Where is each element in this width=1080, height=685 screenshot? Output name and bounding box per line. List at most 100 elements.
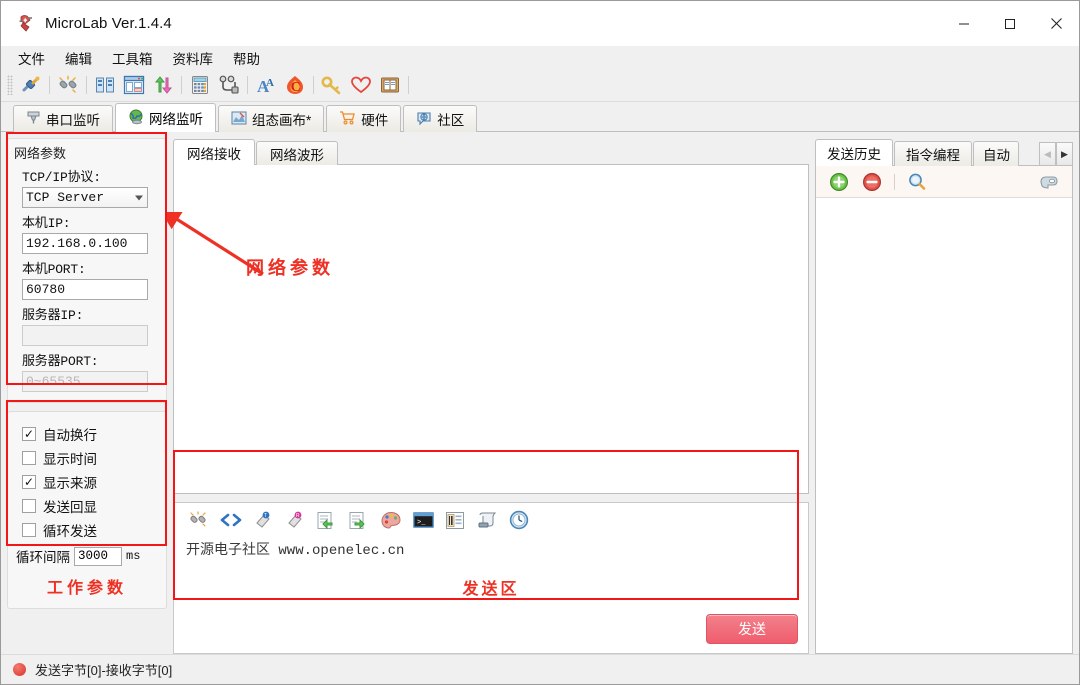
- code-brackets-icon[interactable]: [218, 507, 244, 533]
- loop-interval-input[interactable]: 3000: [74, 546, 122, 566]
- server-ip-label: 服务器IP:: [22, 308, 84, 323]
- heart-icon[interactable]: [347, 72, 375, 98]
- loop-send-checkbox[interactable]: [22, 523, 36, 537]
- work-params-annotation: 工作参数: [46, 580, 127, 597]
- break-link-icon[interactable]: [186, 507, 212, 533]
- menu-bar: 文件 编辑 工具箱 资料库 帮助: [1, 46, 1079, 69]
- window-layout-icon[interactable]: [120, 72, 148, 98]
- send-content[interactable]: 开源电子社区 www.openelec.cn: [174, 537, 808, 559]
- tab-community-label: 社区: [437, 113, 465, 128]
- show-source-checkbox[interactable]: ✓: [22, 475, 36, 489]
- book-icon[interactable]: [376, 72, 404, 98]
- calculator-icon[interactable]: [186, 72, 214, 98]
- menu-help[interactable]: 帮助: [230, 47, 263, 69]
- tab-send-history[interactable]: 发送历史: [815, 139, 893, 166]
- svg-text:T: T: [264, 513, 267, 519]
- server-port-input[interactable]: 0~65535: [22, 371, 148, 392]
- menu-library[interactable]: 资料库: [170, 47, 217, 69]
- network-params-group: 网络参数 TCP/IP协议: TCP Server 本机IP: 192.168.…: [7, 138, 167, 403]
- local-ip-input[interactable]: 192.168.0.100: [22, 233, 148, 254]
- network-nodes-icon[interactable]: [215, 72, 243, 98]
- send-panel: T R >_ 开源电子社区 www.openelec.cn 发送区 发送: [173, 502, 809, 654]
- add-icon[interactable]: [826, 169, 852, 195]
- send-history-panel: [815, 166, 1073, 654]
- tab-network-monitor[interactable]: 网络监听: [115, 103, 216, 132]
- tab-network-monitor-label: 网络监听: [149, 112, 203, 127]
- disconnect-icon[interactable]: [54, 72, 82, 98]
- title-bar: MicroLab Ver.1.4.4: [1, 1, 1079, 46]
- import-file-icon[interactable]: [314, 507, 340, 533]
- local-ip-label: 本机IP:: [22, 216, 71, 231]
- tab-community[interactable]: 社区: [403, 105, 478, 132]
- serial-port-icon: [26, 110, 41, 128]
- tab-hardware[interactable]: 硬件: [326, 105, 402, 132]
- right-tab-bar: 发送历史 指令编程 自动 ◀ ▶: [815, 138, 1073, 166]
- checkbox-send-echo[interactable]: 发送回显: [22, 496, 160, 516]
- export-file-icon[interactable]: [346, 507, 372, 533]
- hex-view-icon[interactable]: [442, 507, 468, 533]
- svg-text:R: R: [296, 513, 300, 519]
- toolbar-separator: [181, 76, 182, 94]
- tab-scroll-left-button[interactable]: ◀: [1039, 142, 1056, 166]
- loop-interval-row: 循环间隔 3000 ms: [16, 546, 160, 566]
- toolbar-grip[interactable]: [7, 75, 13, 95]
- protocol-value: TCP Server: [26, 190, 105, 205]
- menu-toolbox[interactable]: 工具箱: [109, 47, 156, 69]
- send-button[interactable]: 发送: [706, 614, 798, 644]
- palette-icon[interactable]: [378, 507, 404, 533]
- work-params-group: ✓ 自动换行 显示时间 ✓ 显示来源 发送回显 循环发送 循环间隔 3000 m…: [7, 411, 167, 609]
- main-tab-bar: 串口监听 网络监听 组态画布* 硬件 社区: [1, 102, 1079, 132]
- clock-icon[interactable]: [506, 507, 532, 533]
- local-port-input[interactable]: 60780: [22, 279, 148, 300]
- toolbar-separator: [313, 76, 314, 94]
- eraser-text-icon[interactable]: T: [250, 507, 276, 533]
- protocol-select[interactable]: TCP Server: [22, 187, 148, 208]
- tab-serial-monitor-label: 串口监听: [46, 113, 100, 128]
- server-ip-input[interactable]: [22, 325, 148, 346]
- toolbar-separator: [86, 76, 87, 94]
- eraser-recv-icon[interactable]: R: [282, 507, 308, 533]
- tab-scroll-right-button[interactable]: ▶: [1056, 142, 1073, 166]
- send-history-list[interactable]: [816, 198, 1072, 653]
- checkbox-loop-send[interactable]: 循环发送: [22, 520, 160, 540]
- font-icon[interactable]: A A: [252, 72, 280, 98]
- connect-icon[interactable]: [17, 72, 45, 98]
- tab-network-receive[interactable]: 网络接收: [173, 139, 255, 165]
- c-flame-icon[interactable]: C: [281, 72, 309, 98]
- terminal-icon[interactable]: >_: [410, 507, 436, 533]
- remove-icon[interactable]: [859, 169, 885, 195]
- tab-command-programming[interactable]: 指令编程: [894, 141, 972, 166]
- cart-icon: [339, 110, 356, 128]
- auto-wrap-checkbox[interactable]: ✓: [22, 427, 36, 441]
- tab-serial-monitor[interactable]: 串口监听: [13, 105, 113, 132]
- checkbox-auto-wrap[interactable]: ✓ 自动换行: [22, 424, 160, 444]
- toolbar-separator: [408, 76, 409, 94]
- show-time-checkbox[interactable]: [22, 451, 36, 465]
- close-button[interactable]: [1033, 1, 1079, 46]
- scroll-icon[interactable]: [474, 507, 500, 533]
- search-icon[interactable]: [904, 169, 930, 195]
- canvas-icon: [231, 111, 247, 128]
- tab-automation[interactable]: 自动: [973, 141, 1019, 166]
- receive-textarea[interactable]: [173, 165, 809, 494]
- server-port-label: 服务器PORT:: [22, 354, 99, 369]
- tab-network-waveform[interactable]: 网络波形: [256, 141, 338, 165]
- checkbox-show-source[interactable]: ✓ 显示来源: [22, 472, 160, 492]
- chevron-down-icon: [135, 195, 143, 200]
- menu-edit[interactable]: 编辑: [62, 47, 95, 69]
- loop-interval-label: 循环间隔: [16, 550, 70, 565]
- maximize-button[interactable]: [987, 1, 1033, 46]
- send-content-url: www.openelec.cn: [278, 543, 405, 559]
- updown-arrows-icon[interactable]: [149, 72, 177, 98]
- send-area-annotation: 发送区: [462, 581, 520, 598]
- pointing-hand-icon[interactable]: [1036, 169, 1062, 195]
- split-columns-icon[interactable]: [91, 72, 119, 98]
- checkbox-show-time[interactable]: 显示时间: [22, 448, 160, 468]
- key-icon[interactable]: [318, 72, 346, 98]
- send-echo-checkbox[interactable]: [22, 499, 36, 513]
- menu-file[interactable]: 文件: [15, 47, 48, 69]
- tab-canvas[interactable]: 组态画布*: [218, 105, 325, 132]
- tab-scroll-buttons: ◀ ▶: [1039, 142, 1073, 166]
- minimize-button[interactable]: [941, 1, 987, 46]
- main-body: 网络参数 TCP/IP协议: TCP Server 本机IP: 192.168.…: [1, 132, 1079, 654]
